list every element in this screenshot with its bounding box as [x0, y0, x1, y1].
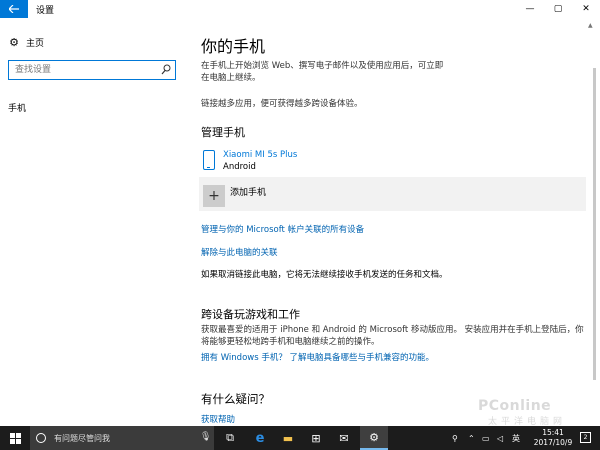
settings-taskbar-button[interactable]: ⚙: [360, 426, 388, 450]
back-button[interactable]: [0, 0, 28, 18]
unlink-pc-link[interactable]: 解除与此电脑的关联: [201, 246, 278, 258]
arrow-left-icon: [9, 5, 19, 13]
get-help-link[interactable]: 获取帮助: [201, 413, 235, 425]
mail-button[interactable]: ✉: [330, 426, 358, 450]
cortana-icon: [36, 433, 46, 443]
taskbar-clock[interactable]: 15:41 2017/10/9: [528, 428, 578, 448]
linked-device[interactable]: Xiaomi MI 5s Plus Android: [201, 148, 585, 176]
clock-time: 15:41: [542, 428, 564, 437]
page-title: 你的手机: [201, 37, 266, 56]
add-phone-label: 添加手机: [230, 188, 267, 198]
edge-browser-button[interactable]: e: [246, 426, 274, 450]
file-explorer-button[interactable]: ▬: [274, 426, 302, 450]
unlink-note: 如果取消链接此电脑，它将无法继续接收手机发送的任务和文档。: [201, 270, 448, 280]
windows-logo-icon: [9, 432, 21, 444]
manage-devices-link[interactable]: 管理与你的 Microsoft 帐户关联的所有设备: [201, 223, 364, 235]
folder-icon: ▬: [282, 431, 294, 445]
maximize-icon: ▢: [553, 4, 563, 14]
mail-icon: ✉: [339, 431, 349, 445]
device-name: Xiaomi MI 5s Plus: [223, 150, 298, 160]
notification-count: 2: [583, 434, 588, 441]
close-icon: ✕: [582, 4, 590, 14]
watermark-text: PConline: [478, 398, 552, 414]
plus-icon: +: [203, 185, 225, 207]
chevron-up-icon[interactable]: ⌃: [468, 426, 475, 450]
volume-icon[interactable]: ◁: [497, 426, 503, 450]
network-icon[interactable]: ▭: [482, 426, 490, 450]
maximize-button[interactable]: ▢: [544, 0, 572, 18]
gear-icon: ⚙: [369, 430, 379, 444]
gear-icon: ⚙: [9, 36, 19, 49]
cross-device-heading: 跨设备玩游戏和工作: [201, 308, 300, 321]
intro-text-2: 链接越多应用，便可获得越多跨设备体验。: [201, 99, 363, 109]
sidebar-item-label: 手机: [8, 104, 27, 114]
edge-icon: e: [255, 430, 265, 446]
minimize-button[interactable]: —: [516, 0, 544, 18]
manage-phone-heading: 管理手机: [201, 126, 245, 139]
start-button[interactable]: [0, 426, 30, 450]
scroll-thumb[interactable]: [593, 68, 596, 380]
search-input[interactable]: [9, 61, 159, 79]
nav-home-label: 主页: [26, 39, 45, 49]
windows-phone-link[interactable]: 拥有 Windows 手机？ 了解电脑具备哪些与手机兼容的功能。: [201, 351, 434, 363]
cortana-search-box[interactable]: 有问题尽管问我 🎙: [30, 426, 214, 450]
intro-text: 在手机上开始浏览 Web、撰写电子邮件以及使用应用后，可立即在电脑上继续。: [201, 61, 444, 83]
device-os: Android: [223, 162, 256, 172]
minimize-icon: —: [525, 4, 535, 14]
search-box[interactable]: [8, 60, 176, 80]
watermark-logo: PConline 太平洋电脑网: [478, 398, 578, 427]
task-view-button[interactable]: ⧉: [216, 426, 244, 450]
close-button[interactable]: ✕: [572, 0, 600, 18]
taskbar: 有问题尽管问我 🎙 ⧉ e ▬ ⊞ ✉ ⚙ ⚲ ⌃ ▭ ◁ 英 15:41 20…: [0, 426, 600, 450]
search-icon: [161, 64, 171, 75]
scroll-up-icon[interactable]: ▲: [588, 22, 593, 29]
help-heading: 有什么疑问？: [201, 392, 270, 406]
task-view-icon: ⧉: [226, 431, 234, 444]
clock-date: 2017/10/9: [533, 438, 573, 447]
cross-device-text: 获取最喜爱的适用于 iPhone 和 Android 的 Microsoft 移…: [201, 325, 584, 347]
phone-icon: [203, 150, 215, 170]
window-title: 设置: [36, 6, 55, 16]
cortana-text: 有问题尽管问我: [54, 434, 110, 443]
store-button[interactable]: ⊞: [302, 426, 330, 450]
input-method-indicator[interactable]: 英: [512, 426, 520, 450]
sidebar-item-phone[interactable]: 手机: [8, 101, 26, 114]
scrollbar[interactable]: [592, 40, 598, 420]
add-phone-button[interactable]: + 添加手机: [199, 177, 586, 211]
people-icon[interactable]: ⚲: [452, 426, 458, 450]
nav-home[interactable]: ⚙ 主页: [8, 36, 44, 49]
notification-icon[interactable]: 2: [580, 432, 591, 443]
store-icon: ⊞: [311, 431, 321, 445]
microphone-icon[interactable]: 🎙: [200, 432, 211, 442]
title-bar: 设置 — ▢ ✕: [0, 0, 600, 18]
